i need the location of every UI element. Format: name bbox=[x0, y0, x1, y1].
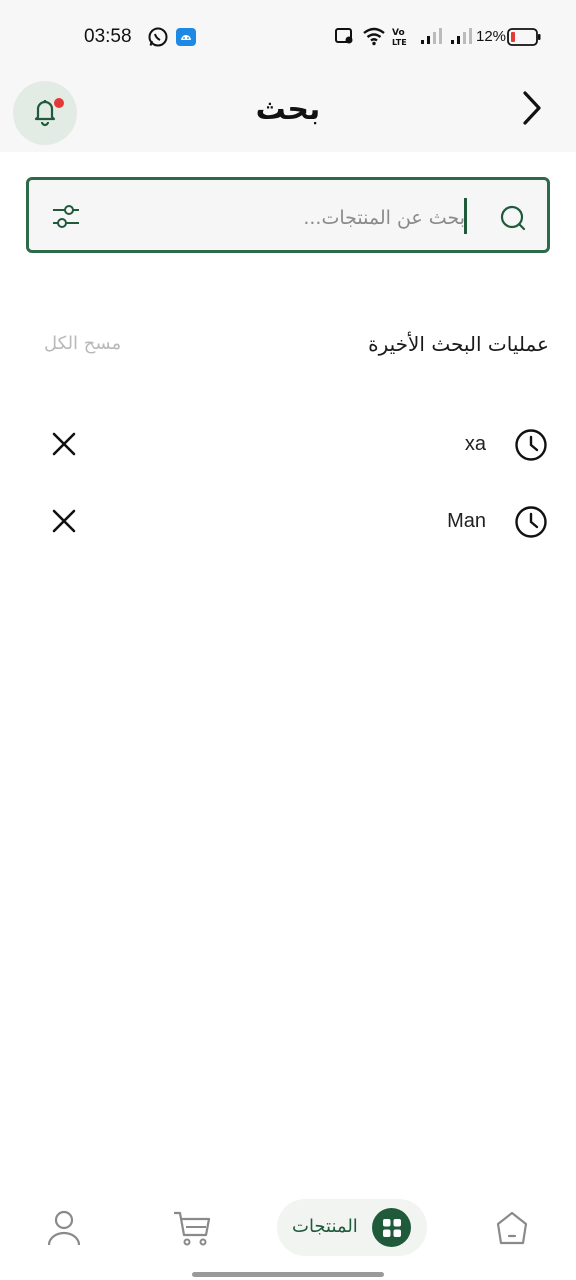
whatsapp-icon bbox=[147, 26, 169, 52]
search-icon[interactable] bbox=[499, 204, 527, 232]
recent-searches-title: عمليات البحث الأخيرة bbox=[368, 332, 549, 356]
nav-profile[interactable] bbox=[40, 1185, 88, 1275]
battery-percentage: 12% bbox=[476, 28, 507, 45]
signal-icon bbox=[449, 26, 473, 50]
svg-text:LTE: LTE bbox=[392, 38, 407, 47]
back-button[interactable] bbox=[510, 88, 554, 132]
page-title: بحث bbox=[255, 92, 321, 127]
status-bar: 03:58 Vo LTE 12% bbox=[0, 0, 576, 74]
close-icon[interactable] bbox=[48, 505, 80, 537]
products-icon[interactable] bbox=[372, 1208, 411, 1247]
clock-icon bbox=[514, 505, 548, 539]
search-input[interactable] bbox=[109, 202, 465, 234]
svg-text:Vo: Vo bbox=[392, 28, 405, 38]
nav-products-label: المنتجات bbox=[292, 1216, 358, 1237]
list-item[interactable]: xa bbox=[0, 416, 576, 476]
battery-icon bbox=[507, 28, 541, 50]
cart-icon bbox=[172, 1209, 212, 1251]
close-icon[interactable] bbox=[48, 428, 80, 460]
image-icon bbox=[334, 26, 354, 50]
filter-icon[interactable] bbox=[49, 200, 83, 234]
app-header: بحث bbox=[0, 74, 576, 152]
signal-icon bbox=[419, 26, 443, 50]
bottom-navigation: المنتجات bbox=[0, 1185, 576, 1280]
android-icon bbox=[175, 26, 197, 52]
text-cursor bbox=[464, 198, 467, 234]
search-term: Man bbox=[447, 510, 486, 532]
chevron-right-icon bbox=[520, 90, 544, 130]
profile-icon bbox=[47, 1209, 81, 1251]
list-item[interactable]: Man bbox=[0, 493, 576, 553]
search-box bbox=[26, 177, 550, 253]
home-indicator bbox=[192, 1272, 384, 1277]
volte-icon: Vo LTE bbox=[391, 26, 413, 52]
clear-all-button[interactable]: مسح الكل bbox=[44, 333, 121, 354]
search-term: xa bbox=[464, 433, 486, 455]
wifi-icon bbox=[362, 26, 386, 50]
status-time: 03:58 bbox=[84, 26, 132, 47]
nav-cart[interactable] bbox=[168, 1185, 216, 1275]
home-icon bbox=[494, 1210, 530, 1250]
nav-home[interactable] bbox=[488, 1185, 536, 1275]
clock-icon bbox=[514, 428, 548, 462]
